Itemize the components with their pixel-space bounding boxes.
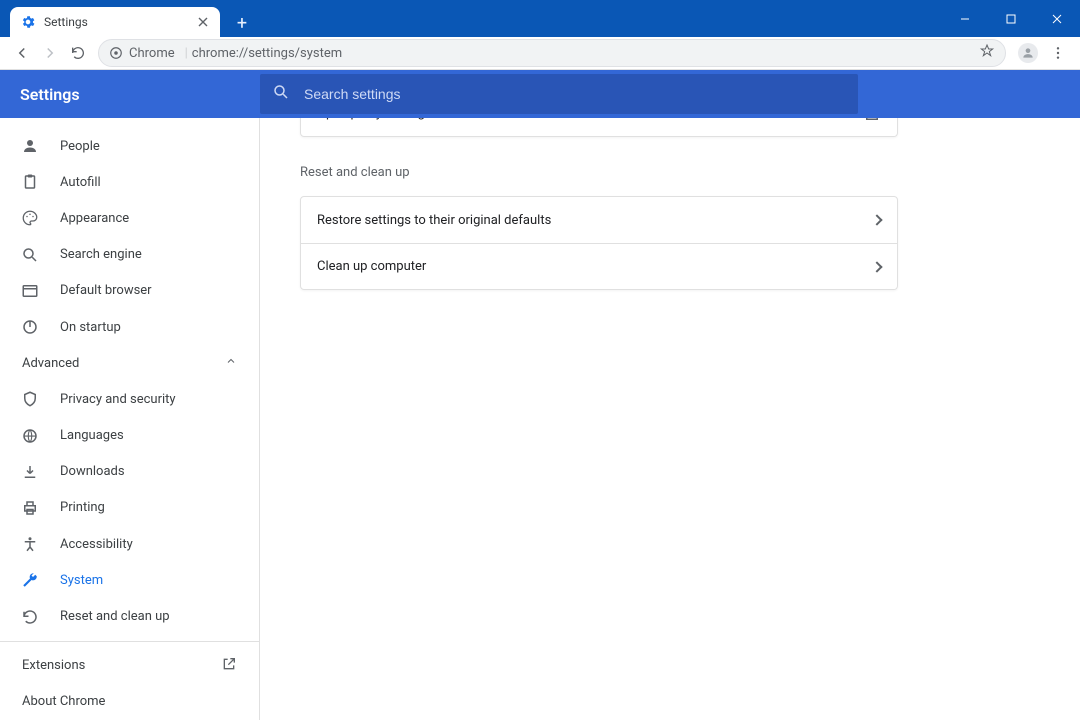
window-close-button[interactable] xyxy=(1034,4,1080,34)
settings-title: Settings xyxy=(20,85,260,104)
row-cleanup-computer[interactable]: Clean up computer xyxy=(301,243,897,289)
sidebar-about-label: About Chrome xyxy=(22,694,105,709)
sidebar-item-people[interactable]: People xyxy=(0,128,259,164)
sidebar-extensions[interactable]: Extensions xyxy=(0,648,259,684)
profile-avatar[interactable] xyxy=(1018,43,1038,63)
sidebar-item-label: Privacy and security xyxy=(60,392,176,407)
sidebar-advanced-label: Advanced xyxy=(22,356,79,371)
window-titlebar: Settings + xyxy=(0,0,1080,37)
address-bar[interactable]: Chrome | chrome://settings/system xyxy=(98,39,1006,67)
sidebar-item-label: Printing xyxy=(60,500,105,515)
new-tab-button[interactable]: + xyxy=(228,9,256,37)
printer-icon xyxy=(20,499,40,517)
chevron-up-icon xyxy=(225,355,237,371)
sidebar-item-label: Accessibility xyxy=(60,537,133,552)
sidebar-item-label: Languages xyxy=(60,428,124,443)
sidebar-about[interactable]: About Chrome xyxy=(0,684,259,720)
settings-body: People Autofill Appearance Search engine… xyxy=(0,118,1080,720)
row-label: Clean up computer xyxy=(317,259,873,274)
window-minimize-button[interactable] xyxy=(942,4,988,34)
tab-strip: Settings + xyxy=(0,0,942,37)
url-text: chrome://settings/system xyxy=(192,46,342,61)
reset-icon xyxy=(20,608,40,626)
browser-toolbar: Chrome | chrome://settings/system xyxy=(0,37,1080,70)
search-icon xyxy=(20,246,40,264)
row-open-proxy[interactable]: Open proxy settings xyxy=(301,118,897,136)
system-card: Continue running background apps when Go… xyxy=(300,118,898,137)
settings-search-input[interactable] xyxy=(302,85,846,103)
sidebar-item-label: Downloads xyxy=(60,464,125,479)
sidebar-item-label: Reset and clean up xyxy=(60,609,170,624)
window-controls xyxy=(942,0,1080,37)
back-button[interactable] xyxy=(8,39,36,67)
settings-search[interactable] xyxy=(260,74,858,114)
chrome-page-icon xyxy=(109,46,123,60)
browser-menu-button[interactable] xyxy=(1044,39,1072,67)
person-icon xyxy=(20,137,40,155)
wrench-icon xyxy=(20,571,40,589)
sidebar-item-languages[interactable]: Languages xyxy=(0,418,259,454)
sidebar-item-label: Appearance xyxy=(60,211,129,226)
tab-close-icon[interactable] xyxy=(196,15,210,29)
power-icon xyxy=(20,318,40,336)
sidebar-item-label: People xyxy=(60,139,100,154)
url-prefix: Chrome xyxy=(129,46,175,61)
settings-scroll[interactable]: System Continue running background apps … xyxy=(260,118,1080,720)
shield-icon xyxy=(20,390,40,408)
site-info[interactable]: Chrome | xyxy=(109,46,192,61)
sidebar-item-downloads[interactable]: Downloads xyxy=(0,454,259,490)
sidebar-item-label: Search engine xyxy=(60,247,142,262)
sidebar-item-accessibility[interactable]: Accessibility xyxy=(0,526,259,562)
chevron-right-icon xyxy=(873,263,881,271)
bookmark-star-icon[interactable] xyxy=(979,43,995,63)
clipboard-icon xyxy=(20,173,40,191)
accessibility-icon xyxy=(20,535,40,553)
row-label: Open proxy settings xyxy=(317,118,863,121)
reset-card: Restore settings to their original defau… xyxy=(300,196,898,290)
row-label: Restore settings to their original defau… xyxy=(317,213,873,228)
sidebar-item-label: Autofill xyxy=(60,175,101,190)
sidebar-item-system[interactable]: System xyxy=(0,562,259,598)
sidebar-item-label: On startup xyxy=(60,320,121,335)
sidebar-item-autofill[interactable]: Autofill xyxy=(0,164,259,200)
settings-favicon-icon xyxy=(20,14,36,30)
settings-header: Settings xyxy=(0,70,1080,118)
sidebar-extensions-label: Extensions xyxy=(22,658,85,673)
external-link-icon xyxy=(863,118,881,123)
reset-section-title: Reset and clean up xyxy=(300,165,898,180)
settings-sidebar: People Autofill Appearance Search engine… xyxy=(0,118,260,720)
row-restore-defaults[interactable]: Restore settings to their original defau… xyxy=(301,197,897,243)
chevron-right-icon xyxy=(873,216,881,224)
sidebar-item-on-startup[interactable]: On startup xyxy=(0,309,259,345)
download-icon xyxy=(20,463,40,481)
sidebar-item-privacy[interactable]: Privacy and security xyxy=(0,381,259,417)
window-maximize-button[interactable] xyxy=(988,4,1034,34)
reload-button[interactable] xyxy=(64,39,92,67)
sidebar-item-reset[interactable]: Reset and clean up xyxy=(0,598,259,634)
palette-icon xyxy=(20,209,40,227)
sidebar-item-label: Default browser xyxy=(60,283,152,298)
tab-title: Settings xyxy=(44,15,196,29)
sidebar-item-default-browser[interactable]: Default browser xyxy=(0,273,259,309)
globe-icon xyxy=(20,427,40,445)
sidebar-advanced-toggle[interactable]: Advanced xyxy=(0,345,259,381)
sidebar-item-appearance[interactable]: Appearance xyxy=(0,200,259,236)
forward-button[interactable] xyxy=(36,39,64,67)
external-link-icon xyxy=(221,656,237,676)
settings-content: System Continue running background apps … xyxy=(260,118,1080,720)
search-icon xyxy=(272,83,290,105)
sidebar-item-search-engine[interactable]: Search engine xyxy=(0,237,259,273)
sidebar-divider xyxy=(0,641,259,642)
browser-tab[interactable]: Settings xyxy=(10,7,220,37)
sidebar-item-printing[interactable]: Printing xyxy=(0,490,259,526)
browser-icon xyxy=(20,282,40,300)
sidebar-item-label: System xyxy=(60,573,103,588)
